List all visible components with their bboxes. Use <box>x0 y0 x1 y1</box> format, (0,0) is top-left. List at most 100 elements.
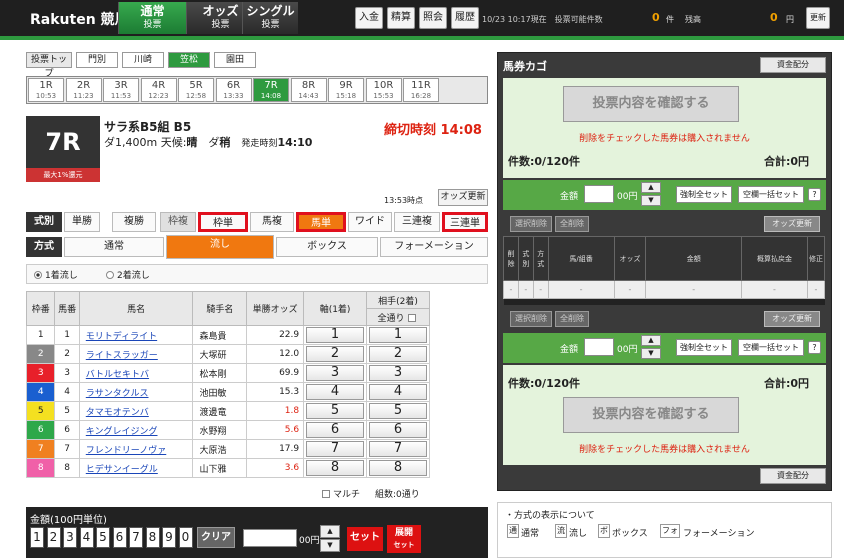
race-tab-5[interactable]: 5R 12:58 <box>178 78 214 102</box>
shiki-tansho[interactable]: 単勝 <box>64 212 100 232</box>
shiki-wide[interactable]: ワイド <box>348 212 392 232</box>
expand-set-button[interactable]: 展開 セット <box>387 525 421 553</box>
digit-button-9[interactable]: 9 <box>162 527 176 548</box>
multi-checkbox[interactable]: マルチ <box>322 487 360 500</box>
axis-select-button[interactable]: 7 <box>306 441 365 457</box>
digit-button-3[interactable]: 3 <box>63 527 77 548</box>
race-tab-8[interactable]: 8R 14:43 <box>290 78 327 102</box>
venue-tab-kawasaki[interactable]: 川崎 <box>122 52 164 68</box>
partner-select-button[interactable]: 1 <box>369 327 427 343</box>
axis-select-button[interactable]: 2 <box>306 346 365 362</box>
houshiki-nagashi[interactable]: 流し <box>166 235 274 259</box>
partner-select-button[interactable]: 6 <box>369 422 427 438</box>
horse-name-link[interactable]: タマモオテンバ <box>78 401 194 421</box>
race-tab-3[interactable]: 3R 11:53 <box>103 78 139 102</box>
race-tab-11[interactable]: 11R 16:28 <box>403 78 439 102</box>
shiki-wakutan[interactable]: 枠単 <box>198 212 248 232</box>
settle-button[interactable]: 精算 <box>387 7 415 29</box>
digit-button-5[interactable]: 5 <box>96 527 110 548</box>
shiki-wakufuku[interactable]: 枠複 <box>160 212 196 232</box>
race-tab-2[interactable]: 2R 11:23 <box>65 78 102 102</box>
radio-1st-nagashi[interactable]: 1着流し <box>34 268 78 281</box>
axis-select-button[interactable]: 6 <box>306 422 365 438</box>
rakuten-keiba-logo[interactable]: Rakuten 競馬 <box>30 9 129 29</box>
axis-select-button[interactable]: 1 <box>306 327 365 343</box>
digit-button-1[interactable]: 1 <box>30 527 44 548</box>
delete-all-button[interactable]: 全削除 <box>555 216 589 232</box>
race-tab-6[interactable]: 6R 13:33 <box>215 78 252 102</box>
history-button[interactable]: 履歴 <box>451 7 479 29</box>
shiki-umatan[interactable]: 馬単 <box>296 212 346 232</box>
cart-amount-input[interactable] <box>584 185 614 203</box>
fund-allocation-button[interactable]: 資金配分 <box>760 468 826 484</box>
axis-select-button[interactable]: 4 <box>306 384 365 400</box>
force-set-all-button[interactable]: 強制全セット <box>676 186 732 203</box>
digit-button-2[interactable]: 2 <box>46 527 61 548</box>
select-delete-button[interactable]: 選択削除 <box>510 216 552 232</box>
axis-select-button[interactable]: 5 <box>306 403 365 419</box>
odds-update-button[interactable]: オッズ更新 <box>438 189 488 206</box>
horse-name-link[interactable]: キングレイジング <box>78 420 194 440</box>
amount-up-icon[interactable]: ▲ <box>641 182 661 193</box>
shiki-sanrenpuku[interactable]: 三連複 <box>394 212 440 232</box>
cart-odds-update-button[interactable]: オッズ更新 <box>764 311 820 327</box>
partner-select-button[interactable]: 5 <box>369 403 427 419</box>
race-tab-4[interactable]: 4R 12:23 <box>140 78 177 102</box>
clear-button[interactable]: クリア <box>197 527 235 548</box>
amount-up-icon[interactable]: ▲ <box>641 335 661 346</box>
blank-set-all-button[interactable]: 空欄一括セット <box>738 186 804 203</box>
partner-select-button[interactable]: 3 <box>369 365 427 381</box>
partner-select-button[interactable]: 7 <box>369 441 427 457</box>
amount-down-icon[interactable]: ▼ <box>641 348 661 359</box>
help-icon[interactable]: ? <box>808 188 821 201</box>
tab-normal-vote[interactable]: 通常 投票 <box>118 2 186 34</box>
venue-tab-monbetsu[interactable]: 門別 <box>76 52 118 68</box>
amount-input[interactable] <box>243 529 297 547</box>
partner-select-button[interactable]: 4 <box>369 384 427 400</box>
tab-single-vote[interactable]: シングル 投票 <box>242 2 298 34</box>
refresh-button[interactable]: 更新 <box>806 7 830 29</box>
amount-up-icon[interactable]: ▲ <box>320 525 340 538</box>
houshiki-box[interactable]: ボックス <box>276 237 378 257</box>
select-delete-button[interactable]: 選択削除 <box>510 311 552 327</box>
digit-button-6[interactable]: 6 <box>112 527 127 548</box>
axis-select-button[interactable]: 3 <box>306 365 365 381</box>
radio-2nd-nagashi[interactable]: 2着流し <box>106 268 150 281</box>
race-tab-7[interactable]: 7R 14:08 <box>253 78 289 102</box>
venue-tab-kasamatsu[interactable]: 笠松 <box>168 52 210 68</box>
race-tab-1[interactable]: 1R 10:53 <box>28 78 64 102</box>
blank-set-all-button[interactable]: 空欄一括セット <box>738 339 804 356</box>
digit-button-7[interactable]: 7 <box>129 527 143 548</box>
race-tab-10[interactable]: 10R 15:53 <box>365 78 402 102</box>
houshiki-normal[interactable]: 通常 <box>64 237 164 257</box>
digit-button-4[interactable]: 4 <box>79 527 94 548</box>
deposit-button[interactable]: 入金 <box>355 7 383 29</box>
delete-all-button[interactable]: 全削除 <box>555 311 589 327</box>
shiki-fukusho[interactable]: 複勝 <box>112 212 156 232</box>
horse-name-link[interactable]: バトルセキトバ <box>78 363 194 383</box>
inquiry-button[interactable]: 照会 <box>419 7 447 29</box>
all-partner-toggle[interactable]: 全通り <box>366 308 430 326</box>
venue-tab-top[interactable]: 投票トップ <box>26 52 72 79</box>
set-button[interactable]: セット <box>347 527 383 551</box>
horse-name-link[interactable]: モリトディライト <box>78 325 194 345</box>
help-icon[interactable]: ? <box>808 341 821 354</box>
shiki-umafuku[interactable]: 馬複 <box>250 212 294 232</box>
horse-name-link[interactable]: ヒデサンイーグル <box>78 458 194 478</box>
cart-amount-input[interactable] <box>584 338 614 356</box>
fund-allocation-button[interactable]: 資金配分 <box>760 57 826 73</box>
force-set-all-button[interactable]: 強制全セット <box>676 339 732 356</box>
venue-tab-sonoda[interactable]: 園田 <box>214 52 256 68</box>
partner-select-button[interactable]: 2 <box>369 346 427 362</box>
confirm-vote-button[interactable]: 投票内容を確認する <box>563 86 739 122</box>
houshiki-formation[interactable]: フォーメーション <box>380 237 488 257</box>
horse-name-link[interactable]: フレンドリーノヴァ <box>78 439 194 459</box>
amount-down-icon[interactable]: ▼ <box>320 539 340 552</box>
race-tab-9[interactable]: 9R 15:18 <box>328 78 364 102</box>
axis-select-button[interactable]: 8 <box>306 460 365 476</box>
horse-name-link[interactable]: ラサンタクルス <box>78 382 194 402</box>
partner-select-button[interactable]: 8 <box>369 460 427 476</box>
cart-odds-update-button[interactable]: オッズ更新 <box>764 216 820 232</box>
digit-button-0[interactable]: 0 <box>178 527 193 548</box>
digit-button-8[interactable]: 8 <box>145 527 160 548</box>
